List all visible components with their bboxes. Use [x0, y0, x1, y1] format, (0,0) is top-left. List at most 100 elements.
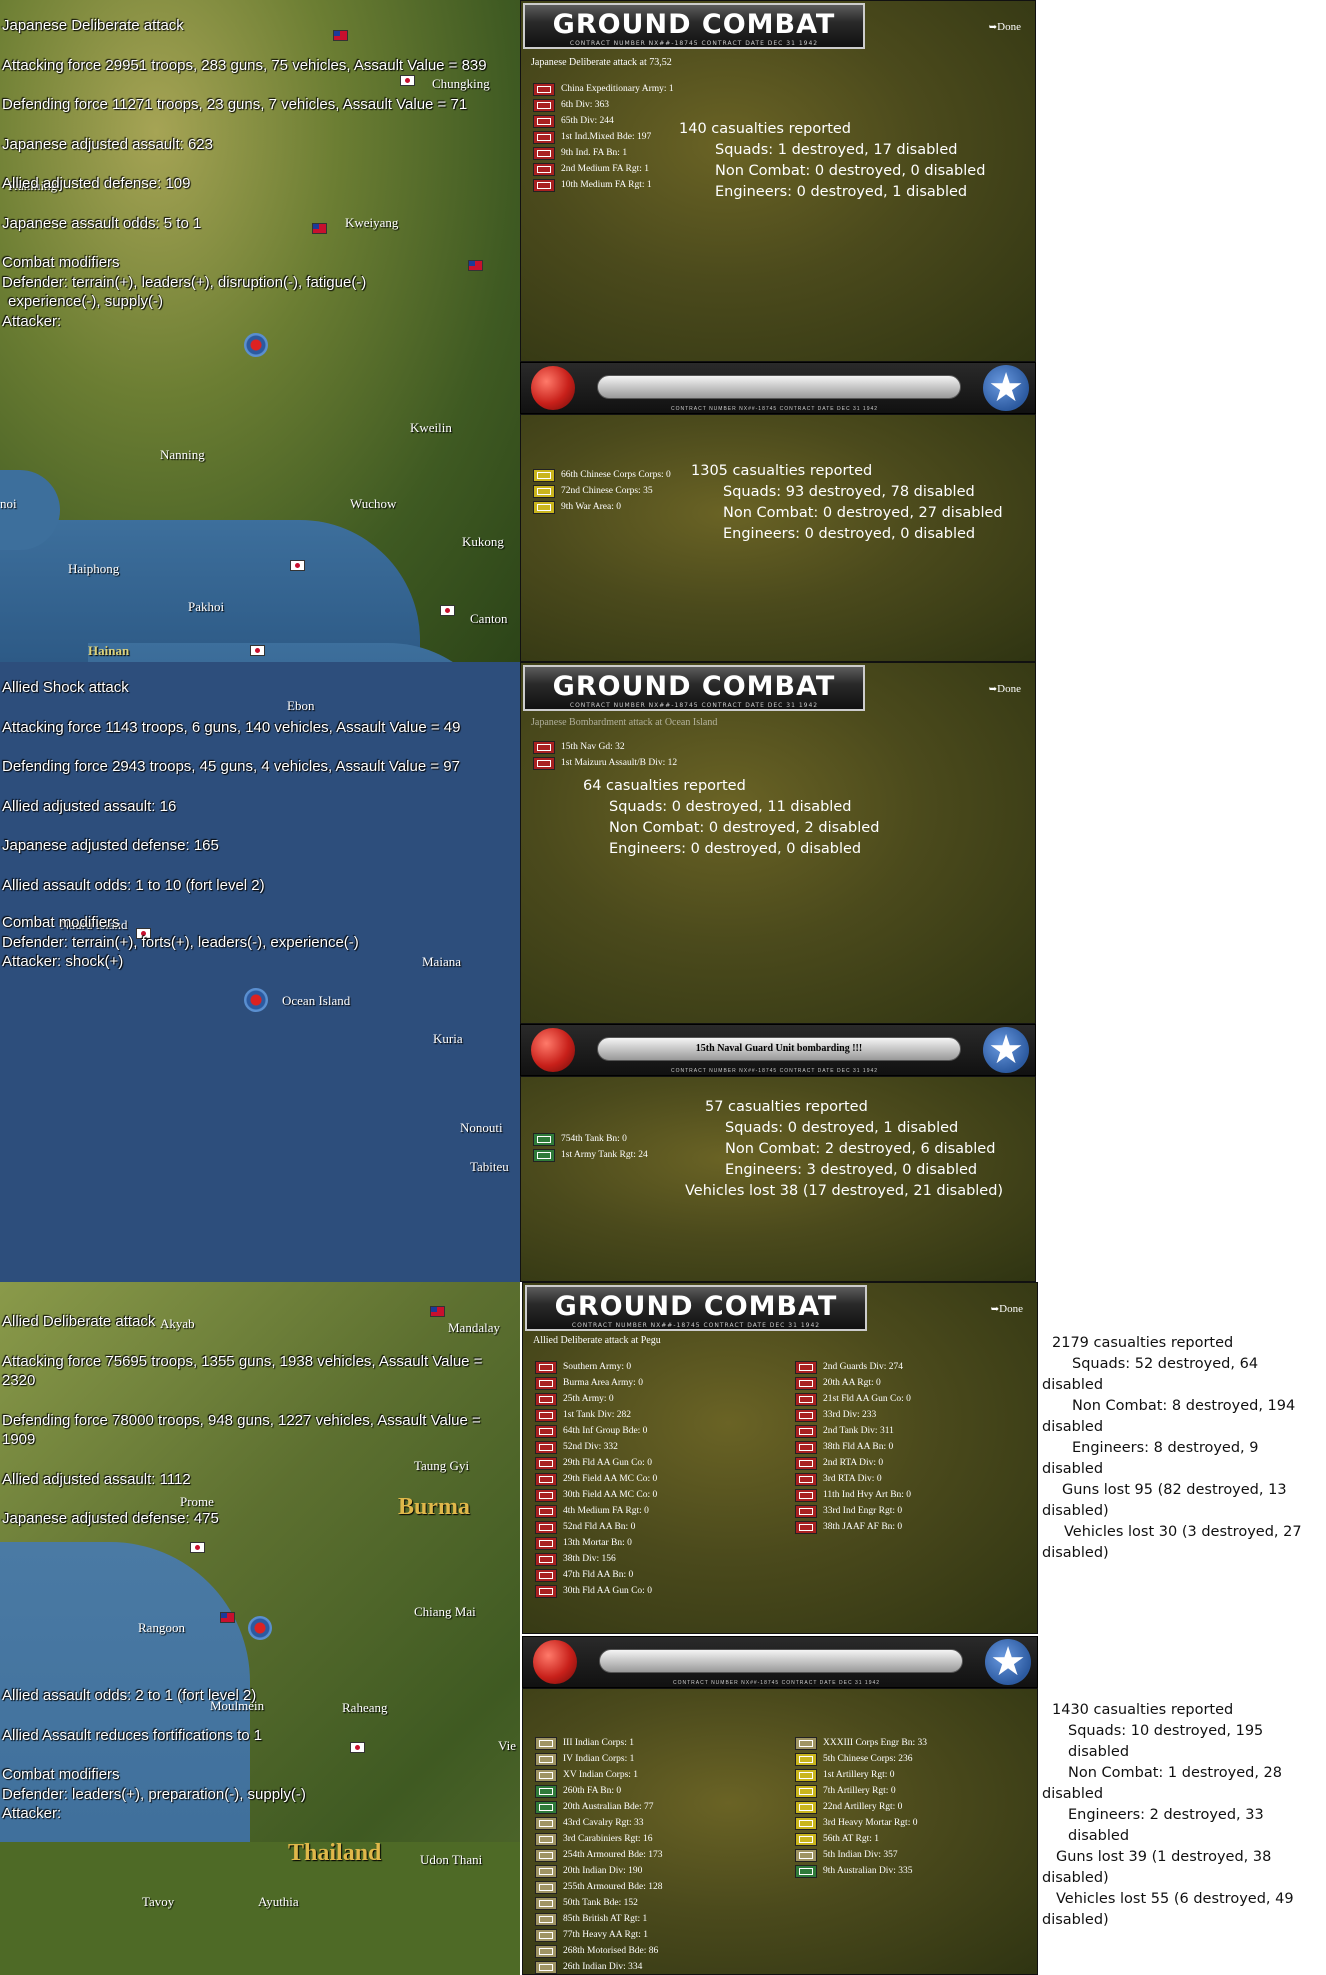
unit-row[interactable]: 1st Maizuru Assault/B Div: 12	[533, 755, 677, 771]
unit-list: 754th Tank Bn: 0 1st Army Tank Rgt: 24	[533, 1131, 648, 1163]
unit-row[interactable]: 13th Mortar Bn: 0	[535, 1535, 657, 1551]
selected-hex-icon[interactable]	[244, 988, 268, 1012]
unit-row[interactable]: 268th Motorised Bde: 86	[535, 1943, 662, 1959]
unit-row[interactable]: XV Indian Corps: 1	[535, 1767, 662, 1783]
unit-row[interactable]: XXXIII Corps Engr Bn: 33	[795, 1735, 927, 1751]
unit-row[interactable]: 2nd Medium FA Rgt: 1	[533, 161, 674, 177]
unit-icon	[533, 98, 555, 112]
unit-row[interactable]: 3rd Carabiniers Rgt: 16	[535, 1831, 662, 1847]
unit-row[interactable]: 5th Chinese Corps: 236	[795, 1751, 927, 1767]
unit-row[interactable]: 20th AA Rgt: 0	[795, 1375, 911, 1391]
unit-row[interactable]: 38th Div: 156	[535, 1551, 657, 1567]
unit-row[interactable]: Burma Area Army: 0	[535, 1375, 657, 1391]
unit-row[interactable]: 1st Army Tank Rgt: 24	[533, 1147, 648, 1163]
unit-row[interactable]: III Indian Corps: 1	[535, 1735, 662, 1751]
unit-row[interactable]: 25th Army: 0	[535, 1391, 657, 1407]
unit-row[interactable]: 43rd Cavalry Rgt: 33	[535, 1815, 662, 1831]
flag-icon[interactable]	[440, 605, 455, 616]
unit-row[interactable]: 4th Medium FA Rgt: 0	[535, 1503, 657, 1519]
unit-row[interactable]: 26th Indian Div: 334	[535, 1959, 662, 1975]
unit-row[interactable]: 64th Inf Group Bde: 0	[535, 1423, 657, 1439]
unit-row[interactable]: 255th Armoured Bde: 128	[535, 1879, 662, 1895]
casualty-line: disabled)	[1042, 1545, 1109, 1561]
unit-row[interactable]: 22nd Artillery Rgt: 0	[795, 1799, 927, 1815]
unit-row[interactable]: 1st Artillery Rgt: 0	[795, 1767, 927, 1783]
unit-row[interactable]: 66th Chinese Corps Corps: 0	[533, 467, 671, 483]
unit-row[interactable]: 3rd RTA Div: 0	[795, 1471, 911, 1487]
unit-icon	[535, 1832, 557, 1846]
unit-icon	[795, 1488, 817, 1502]
unit-row[interactable]: 2nd Guards Div: 274	[795, 1359, 911, 1375]
done-button[interactable]: Done	[991, 1303, 1023, 1315]
unit-row[interactable]: 5th Indian Div: 357	[795, 1847, 927, 1863]
unit-row[interactable]: 7th Artillery Rgt: 0	[795, 1783, 927, 1799]
unit-row[interactable]: 754th Tank Bn: 0	[533, 1131, 648, 1147]
unit-row[interactable]: 77th Heavy AA Rgt: 1	[535, 1927, 662, 1943]
unit-row[interactable]: 20th Australian Bde: 77	[535, 1799, 662, 1815]
unit-row[interactable]: 260th FA Bn: 0	[535, 1783, 662, 1799]
unit-icon	[795, 1864, 817, 1878]
unit-row[interactable]: 38th JAAF AF Bn: 0	[795, 1519, 911, 1535]
flag-icon[interactable]	[220, 1612, 235, 1623]
unit-row[interactable]: 20th Indian Div: 190	[535, 1863, 662, 1879]
casualty-line: Vehicles lost 55 (6 destroyed, 49	[1056, 1891, 1294, 1907]
map-burma[interactable]: Akyab Mandalay Taung Gyi Prome Burma Chi…	[0, 1282, 520, 1975]
unit-row[interactable]: 30th Fld AA Gun Co: 0	[535, 1583, 657, 1599]
selected-hex-icon[interactable]	[244, 333, 268, 357]
map-pacific[interactable]: Ebon Nauru Island Maiana Ocean Island Ku…	[0, 662, 520, 1282]
unit-row[interactable]: 9th Ind. FA Bn: 1	[533, 145, 674, 161]
unit-row[interactable]: 33rd Div: 233	[795, 1407, 911, 1423]
unit-label: III Indian Corps: 1	[563, 1738, 634, 1748]
unit-row[interactable]: Southern Army: 0	[535, 1359, 657, 1375]
attacker-modifiers: Attacker:	[2, 1805, 62, 1822]
unit-row[interactable]: 50th Tank Bde: 152	[535, 1895, 662, 1911]
unit-row[interactable]: 72nd Chinese Corps: 35	[533, 483, 671, 499]
unit-row[interactable]: 1st Tank Div: 282	[535, 1407, 657, 1423]
map-label: Kweilin	[410, 420, 452, 435]
report-line: Allied Assault reduces fortifications to…	[2, 1726, 263, 1744]
done-button[interactable]: Done	[989, 21, 1021, 33]
unit-row[interactable]: 29th Fld AA Gun Co: 0	[535, 1455, 657, 1471]
unit-row[interactable]: 52nd Fld AA Bn: 0	[535, 1519, 657, 1535]
unit-row[interactable]: 29th Field AA MC Co: 0	[535, 1471, 657, 1487]
unit-icon	[535, 1472, 557, 1486]
unit-row[interactable]: 65th Div: 244	[533, 113, 674, 129]
unit-row[interactable]: 6th Div: 363	[533, 97, 674, 113]
map-label: Kukong	[462, 534, 504, 549]
unit-row[interactable]: 254th Armoured Bde: 173	[535, 1847, 662, 1863]
unit-row[interactable]: 9th Australian Div: 335	[795, 1863, 927, 1879]
flag-icon[interactable]	[290, 560, 305, 571]
flag-icon[interactable]	[250, 645, 265, 656]
unit-label: 254th Armoured Bde: 173	[563, 1850, 663, 1860]
unit-row[interactable]: 9th War Area: 0	[533, 499, 671, 515]
done-button[interactable]: Done	[989, 683, 1021, 695]
map-label: Nanning	[160, 447, 205, 462]
unit-list: 2nd Guards Div: 274 20th AA Rgt: 0 21st …	[795, 1359, 911, 1535]
unit-row[interactable]: 38th Fld AA Bn: 0	[795, 1439, 911, 1455]
selected-hex-icon[interactable]	[248, 1616, 272, 1640]
unit-row[interactable]: 11th Ind Hvy Art Bn: 0	[795, 1487, 911, 1503]
unit-row[interactable]: 2nd Tank Div: 311	[795, 1423, 911, 1439]
unit-row[interactable]: 15th Nav Gd: 32	[533, 739, 677, 755]
unit-row[interactable]: 30th Field AA MC Co: 0	[535, 1487, 657, 1503]
unit-row[interactable]: IV Indian Corps: 1	[535, 1751, 662, 1767]
unit-row[interactable]: 2nd RTA Div: 0	[795, 1455, 911, 1471]
unit-row[interactable]: 56th AT Rgt: 1	[795, 1831, 927, 1847]
unit-row[interactable]: 1st Ind.Mixed Bde: 197	[533, 129, 674, 145]
unit-label: 3rd Heavy Mortar Rgt: 0	[823, 1818, 918, 1828]
unit-row[interactable]: 47th Fld AA Bn: 0	[535, 1567, 657, 1583]
unit-icon	[795, 1800, 817, 1814]
report-line: Japanese adjusted assault: 623	[2, 135, 213, 153]
unit-row[interactable]: 21st Fld AA Gun Co: 0	[795, 1391, 911, 1407]
defender-modifiers: Defender: terrain(+), forts(+), leaders(…	[2, 933, 359, 951]
unit-row[interactable]: 52nd Div: 332	[535, 1439, 657, 1455]
unit-label: 25th Army: 0	[563, 1394, 614, 1404]
unit-row[interactable]: 10th Medium FA Rgt: 1	[533, 177, 674, 193]
map-china[interactable]: Chungking Kunming Kweiyang Kweilin Nanni…	[0, 0, 520, 662]
casualty-line: Guns lost 95 (82 destroyed, 13	[1062, 1482, 1287, 1498]
unit-row[interactable]: 33rd Ind Engr Rgt: 0	[795, 1503, 911, 1519]
unit-row[interactable]: China Expeditionary Army: 1	[533, 81, 674, 97]
report-line: Allied Shock attack	[2, 679, 129, 696]
unit-row[interactable]: 3rd Heavy Mortar Rgt: 0	[795, 1815, 927, 1831]
unit-row[interactable]: 85th British AT Rgt: 1	[535, 1911, 662, 1927]
